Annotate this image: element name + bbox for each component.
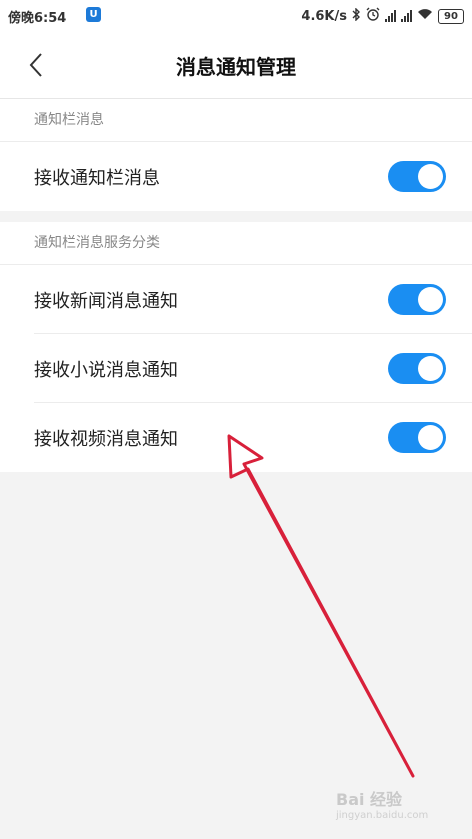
alarm-icon bbox=[366, 7, 380, 25]
net-speed: 4.6K/s bbox=[301, 8, 347, 24]
signal-icon bbox=[385, 10, 396, 22]
battery-icon: 90 bbox=[438, 8, 464, 24]
setting-row-novel: 接收小说消息通知 bbox=[34, 334, 472, 403]
toggle-knob bbox=[418, 287, 443, 312]
toggle-knob bbox=[418, 356, 443, 381]
setting-row-receive-notification-bar: 接收通知栏消息 bbox=[34, 142, 472, 211]
screen: 傍晚6:54 U 4.6K/s 90 消息通知管理 通知栏消息 接收通知栏消息 … bbox=[0, 0, 472, 839]
status-bar: 傍晚6:54 U 4.6K/s 90 bbox=[0, 0, 472, 32]
watermark-text: Bai 经验 bbox=[336, 790, 403, 809]
toggle-news[interactable] bbox=[388, 284, 446, 315]
toggle-novel[interactable] bbox=[388, 353, 446, 384]
watermark-subtext: jingyan.baidu.com bbox=[336, 810, 429, 821]
row-label: 接收视频消息通知 bbox=[34, 429, 178, 450]
setting-row-video: 接收视频消息通知 bbox=[34, 403, 472, 472]
section-service-categories: 通知栏消息服务分类 接收新闻消息通知 接收小说消息通知 接收视频消息通知 bbox=[0, 222, 472, 472]
section-header: 通知栏消息服务分类 bbox=[0, 222, 472, 265]
wifi-icon bbox=[417, 8, 433, 24]
section-header: 通知栏消息 bbox=[0, 99, 472, 142]
top-bar: 消息通知管理 bbox=[0, 32, 472, 98]
toggle-video[interactable] bbox=[388, 422, 446, 453]
status-time: 傍晚6:54 bbox=[8, 11, 67, 26]
watermark: Bai 经验 jingyan.baidu.com bbox=[336, 786, 428, 821]
setting-row-news: 接收新闻消息通知 bbox=[34, 265, 472, 334]
app-notification-icon: U bbox=[86, 7, 101, 22]
toggle-knob bbox=[418, 425, 443, 450]
row-label: 接收小说消息通知 bbox=[34, 360, 178, 381]
signal-icon-2 bbox=[401, 10, 412, 22]
bluetooth-icon bbox=[352, 6, 361, 25]
row-label: 接收新闻消息通知 bbox=[34, 291, 178, 312]
page-title: 消息通知管理 bbox=[176, 55, 296, 79]
section-notification-bar: 通知栏消息 接收通知栏消息 bbox=[0, 99, 472, 211]
toggle-knob bbox=[418, 164, 443, 189]
toggle-receive-notification-bar[interactable] bbox=[388, 161, 446, 192]
row-label: 接收通知栏消息 bbox=[34, 168, 160, 189]
status-indicators: 4.6K/s 90 bbox=[301, 6, 464, 25]
